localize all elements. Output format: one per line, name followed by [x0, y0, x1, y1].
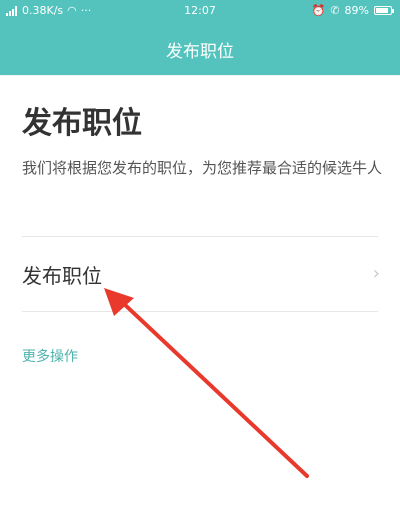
main-content: 发布职位 我们将根据您发布的职位，为您推荐最合适的候选牛人 发布职位 › 更多操…	[0, 76, 400, 506]
title-bar: 发布职位	[0, 22, 400, 75]
page-title: 发布职位	[166, 42, 234, 62]
description-text: 我们将根据您发布的职位，为您推荐最合适的候选牛人	[22, 159, 383, 177]
battery-icon	[374, 6, 394, 15]
battery-fill	[376, 8, 388, 13]
phone-icon: ✆	[330, 4, 340, 17]
divider-bottom	[22, 311, 378, 312]
chevron-right-icon: ›	[372, 263, 380, 284]
post-job-row[interactable]: 发布职位 ›	[0, 237, 400, 311]
main-heading: 发布职位	[22, 106, 142, 141]
status-right: ⏰ ✆ 89%	[311, 4, 394, 17]
more-actions-link[interactable]: 更多操作	[22, 346, 78, 366]
battery-percent: 89%	[344, 4, 369, 17]
alarm-icon: ⏰	[311, 4, 326, 17]
post-job-row-label: 发布职位	[22, 264, 102, 288]
status-bar: 0.38K/s ◠ ··· 12:07 ⏰ ✆ 89%	[0, 0, 400, 22]
